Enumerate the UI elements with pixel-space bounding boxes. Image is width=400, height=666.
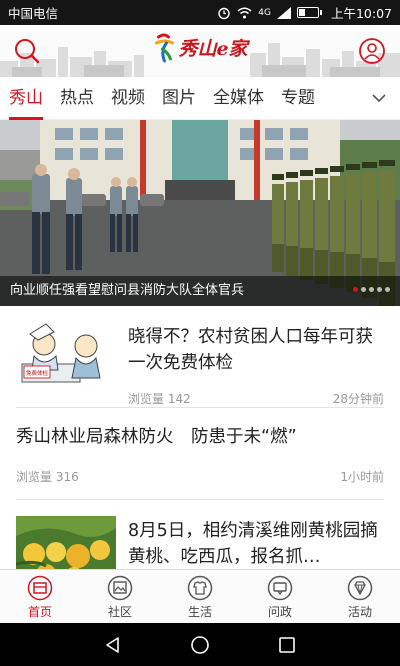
carousel-indicator [353, 287, 390, 292]
network-type: 4G [258, 7, 271, 18]
peach-fruit-image [16, 516, 116, 569]
battery-icon [296, 7, 322, 18]
home-icon [27, 575, 53, 601]
nav-label: 问政 [267, 605, 292, 619]
logo-text: 秀山e家 [178, 37, 248, 60]
recent-apps-icon[interactable] [277, 635, 297, 655]
app-logo: 秀山e家 [152, 31, 248, 63]
carousel-dot[interactable] [377, 287, 382, 292]
logo-figure-icon [154, 33, 174, 63]
view-count: 浏览量 316 [16, 470, 79, 484]
carousel-dot[interactable] [361, 287, 366, 292]
thumbnail-label: 免费体检 [26, 369, 49, 377]
news-meta: 浏览量 316 1小时前 [16, 468, 384, 485]
tab-topics[interactable]: 专题 [281, 77, 315, 120]
tab-hot[interactable]: 热点 [60, 77, 94, 120]
carousel-dot[interactable] [353, 287, 358, 292]
user-icon[interactable] [358, 37, 386, 65]
news-thumbnail [16, 516, 116, 569]
tab-video[interactable]: 视频 [111, 77, 145, 120]
tab-all-media[interactable]: 全媒体 [213, 77, 264, 120]
clock: 上午10:07 [330, 6, 392, 21]
nav-community[interactable]: 社区 [80, 570, 160, 623]
divider [16, 407, 384, 408]
news-list: 免费体检 晓得不？农村贫困人口每年可获一次免费体检 浏览量 142 28分钟前 … [0, 306, 400, 569]
news-meta: 浏览量 142 28分钟前 [128, 390, 384, 407]
banner-caption: 向业顺任强看望慰问县消防大队全体官兵 [0, 276, 400, 306]
home-circle-icon[interactable] [190, 635, 210, 655]
bottom-navigation: 首页 社区 生活 问政 活动 [0, 569, 400, 623]
chevron-down-icon[interactable] [370, 89, 388, 107]
wifi-icon [237, 7, 252, 18]
medical-cartoon-image: 免费体检 [16, 320, 116, 390]
news-title: 晓得不？农村贫困人口每年可获一次免费体检 [128, 327, 373, 373]
news-title: 8月5日，相约清溪维刚黄桃园摘黄桃、吃西瓜，报名抓… [128, 521, 378, 567]
nav-label: 首页 [27, 605, 52, 619]
news-item[interactable]: 8月5日，相约清溪维刚黄桃园摘黄桃、吃西瓜，报名抓… [16, 514, 384, 569]
carrier-label: 中国电信 [8, 6, 59, 21]
nav-label: 社区 [107, 605, 132, 619]
headline-carousel[interactable]: 向业顺任强看望慰问县消防大队全体官兵 [0, 120, 400, 306]
nav-life[interactable]: 生活 [160, 570, 240, 623]
view-count: 浏览量 142 [128, 392, 191, 406]
nav-label: 活动 [347, 605, 372, 619]
alarm-icon [218, 7, 230, 19]
community-icon [107, 575, 133, 601]
divider [16, 499, 384, 500]
system-navigation-bar [0, 623, 400, 666]
news-item[interactable]: 免费体检 晓得不？农村贫困人口每年可获一次免费体检 浏览量 142 28分钟前 [16, 318, 384, 406]
signal-icon [276, 6, 291, 19]
news-item[interactable]: 秀山林业局森林防火 防患于未“燃” 浏览量 316 1小时前 [16, 424, 384, 494]
nav-inquiry[interactable]: 问政 [240, 570, 320, 623]
news-thumbnail: 免费体检 [16, 320, 116, 390]
carousel-dot[interactable] [369, 287, 374, 292]
back-icon[interactable] [103, 635, 123, 655]
status-icons: 4G 上午10:07 [217, 3, 392, 22]
carousel-dot[interactable] [385, 287, 390, 292]
status-bar: 中国电信 4G 上午10:07 [0, 0, 400, 25]
category-tabs: 秀山 热点 视频 图片 全媒体 专题 [0, 77, 400, 120]
publish-time: 28分钟前 [332, 392, 384, 406]
inquiry-icon [267, 575, 293, 601]
tab-xiushan[interactable]: 秀山 [9, 77, 43, 120]
nav-label: 生活 [187, 605, 212, 619]
app-header: 秀山e家 [0, 25, 400, 77]
publish-time: 1小时前 [340, 470, 384, 484]
activity-icon [347, 575, 373, 601]
life-icon [187, 575, 213, 601]
news-title: 秀山林业局森林防火 防患于未“燃” [16, 427, 297, 447]
nav-activity[interactable]: 活动 [320, 570, 400, 623]
search-icon[interactable] [13, 37, 41, 65]
nav-home[interactable]: 首页 [0, 570, 80, 623]
tab-pictures[interactable]: 图片 [162, 77, 196, 120]
